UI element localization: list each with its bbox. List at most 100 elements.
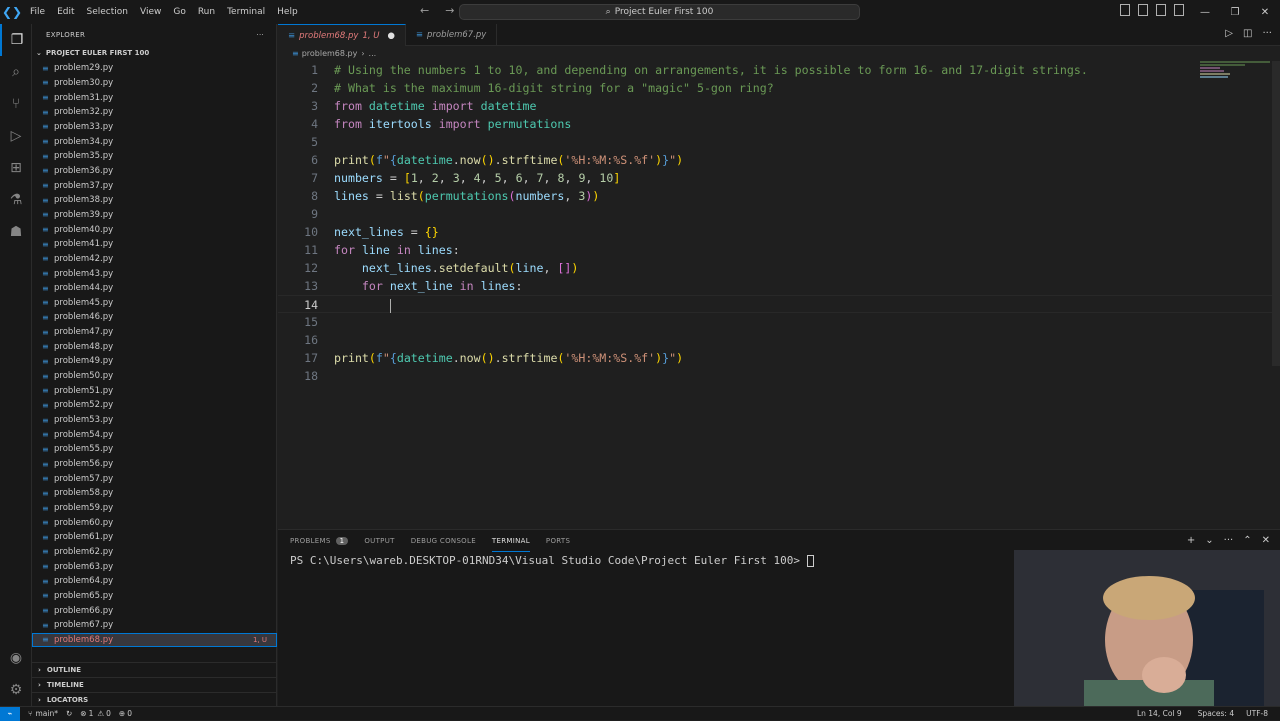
file-tree-item[interactable]: ≡ problem42.py	[32, 252, 277, 267]
file-tree-item[interactable]: ≡ problem45.py	[32, 296, 277, 311]
testing-icon[interactable]: ⚗	[0, 184, 32, 216]
search-icon[interactable]: ⌕	[0, 56, 32, 88]
code-line[interactable]: 2 # What is the maximum 16-digit string f…	[278, 79, 1280, 97]
account-icon[interactable]: ◉	[0, 642, 32, 674]
code-line[interactable]: 11 for line in lines:	[278, 241, 1280, 259]
file-tree-item[interactable]: ≡ problem38.py	[32, 193, 277, 208]
git-branch[interactable]: main*	[36, 709, 59, 718]
file-tree-item[interactable]: ≡ problem43.py	[32, 266, 277, 281]
file-tree-item[interactable]: ≡ problem57.py	[32, 471, 277, 486]
menu-go[interactable]: Go	[167, 0, 191, 24]
menu-terminal[interactable]: Terminal	[221, 0, 271, 24]
file-tree-item[interactable]: ≡ problem32.py	[32, 105, 277, 120]
file-tree-item[interactable]: ≡ problem61.py	[32, 530, 277, 545]
code-line[interactable]: 5	[278, 133, 1280, 151]
outline-section[interactable]: › OUTLINE	[32, 662, 277, 677]
code-line[interactable]: 9	[278, 205, 1280, 223]
file-tree-item[interactable]: ≡ problem51.py	[32, 383, 277, 398]
file-tree-item[interactable]: ≡ problem47.py	[32, 325, 277, 340]
file-tree-item[interactable]: ≡ problem63.py	[32, 559, 277, 574]
file-tree-item[interactable]: ≡ problem55.py	[32, 442, 277, 457]
sync-icon[interactable]: ↻	[66, 709, 72, 718]
file-tree-item[interactable]: ≡ problem64.py	[32, 574, 277, 589]
menu-selection[interactable]: Selection	[81, 0, 134, 24]
minimize-icon[interactable]: —	[1190, 7, 1220, 18]
remote-explorer-icon[interactable]: ☗	[0, 216, 32, 248]
extensions-icon[interactable]: ⊞	[0, 152, 32, 184]
indentation[interactable]: Spaces: 4	[1198, 709, 1234, 718]
file-tree-item[interactable]: ≡ problem62.py	[32, 545, 277, 560]
close-panel-icon[interactable]: ✕	[1262, 535, 1270, 546]
tab-debug-console[interactable]: DEBUG CONSOLE	[411, 530, 476, 552]
new-terminal-icon[interactable]: +	[1187, 535, 1195, 546]
file-tree-item[interactable]: ≡ problem53.py	[32, 413, 277, 428]
chevron-down-icon[interactable]: ⌄	[1205, 535, 1213, 546]
terminal-output[interactable]: PS C:\Users\wareb.DESKTOP-01RND34\Visual…	[290, 554, 814, 567]
timeline-section[interactable]: › TIMELINE	[32, 677, 277, 692]
menu-edit[interactable]: Edit	[51, 0, 80, 24]
file-tree-item[interactable]: ≡ problem44.py	[32, 281, 277, 296]
panel-more-icon[interactable]: ···	[1224, 535, 1234, 546]
tab-problem67[interactable]: ≡ problem67.py	[406, 24, 498, 46]
locators-section[interactable]: › LOCATORS	[32, 692, 277, 707]
menu-run[interactable]: Run	[192, 0, 221, 24]
file-tree-item[interactable]: ≡ problem37.py	[32, 178, 277, 193]
command-center-search[interactable]: ⌕ Project Euler First 100	[459, 4, 860, 20]
split-editor-icon[interactable]: ◫	[1243, 28, 1252, 39]
cursor-position[interactable]: Ln 14, Col 9	[1137, 709, 1182, 718]
file-tree-item[interactable]: ≡ problem50.py	[32, 369, 277, 384]
breadcrumb-file[interactable]: problem68.py	[302, 49, 358, 58]
file-tree-item[interactable]: ≡ problem48.py	[32, 339, 277, 354]
toggle-secondary-sidebar-icon[interactable]	[1156, 4, 1166, 16]
close-icon[interactable]: ✕	[1250, 7, 1280, 18]
code-area[interactable]: 1 # Using the numbers 1 to 10, and depend…	[278, 61, 1280, 385]
file-tree-item[interactable]: ≡ problem52.py	[32, 398, 277, 413]
code-line[interactable]: 16	[278, 331, 1280, 349]
unsaved-dot-icon[interactable]: ●	[387, 31, 394, 41]
run-debug-icon[interactable]: ▷	[0, 120, 32, 152]
file-tree-item[interactable]: ≡ problem66.py	[32, 603, 277, 618]
run-file-icon[interactable]: ▷	[1225, 28, 1233, 39]
code-line[interactable]: 15	[278, 313, 1280, 331]
code-line[interactable]: 1 # Using the numbers 1 to 10, and depend…	[278, 61, 1280, 79]
tab-terminal[interactable]: TERMINAL	[491, 530, 530, 552]
file-tree-item[interactable]: ≡ problem59.py	[32, 501, 277, 516]
breadcrumb-symbol[interactable]: ...	[369, 49, 377, 58]
file-tree-item[interactable]: ≡ problem56.py	[32, 457, 277, 472]
code-line[interactable]: 12 next_lines.setdefault(line, [])	[278, 259, 1280, 277]
code-line[interactable]: 14	[278, 295, 1280, 313]
code-line[interactable]: 10 next_lines = {}	[278, 223, 1280, 241]
file-tree-item[interactable]: ≡ problem29.py	[32, 61, 277, 76]
project-folder-header[interactable]: ⌄ PROJECT EULER FIRST 100	[32, 46, 276, 60]
code-line[interactable]: 17 print(f"{datetime.now().strftime('%H:%…	[278, 349, 1280, 367]
encoding[interactable]: UTF-8	[1246, 709, 1268, 718]
more-actions-icon[interactable]: ···	[256, 31, 264, 39]
warning-count[interactable]: 0	[106, 709, 111, 718]
back-arrow-icon[interactable]: ←	[420, 4, 429, 17]
minimap[interactable]	[1200, 61, 1270, 101]
editor-more-icon[interactable]: ···	[1262, 28, 1272, 39]
customize-layout-icon[interactable]	[1174, 4, 1184, 16]
chevron-up-icon[interactable]: ⌃	[1243, 535, 1251, 546]
menu-file[interactable]: File	[24, 0, 51, 24]
source-control-icon[interactable]: ⑂	[0, 88, 32, 120]
file-tree-item[interactable]: ≡ problem40.py	[32, 222, 277, 237]
file-tree-item[interactable]: ≡ problem68.py 1, U	[32, 632, 277, 648]
file-tree-item[interactable]: ≡ problem36.py	[32, 164, 277, 179]
file-tree-item[interactable]: ≡ problem35.py	[32, 149, 277, 164]
editor-scrollbar[interactable]	[1272, 61, 1280, 366]
file-tree-item[interactable]: ≡ problem54.py	[32, 427, 277, 442]
file-tree-item[interactable]: ≡ problem34.py	[32, 134, 277, 149]
file-tree-item[interactable]: ≡ problem30.py	[32, 76, 277, 91]
file-tree-item[interactable]: ≡ problem67.py	[32, 618, 277, 633]
code-line[interactable]: 7 numbers = [1, 2, 3, 4, 5, 6, 7, 8, 9, 1…	[278, 169, 1280, 187]
code-line[interactable]: 4 from itertools import permutations	[278, 115, 1280, 133]
toggle-panel-icon[interactable]	[1138, 4, 1148, 16]
file-tree-item[interactable]: ≡ problem33.py	[32, 120, 277, 135]
tab-problems[interactable]: PROBLEMS 1	[290, 530, 349, 552]
settings-gear-icon[interactable]: ⚙	[0, 674, 32, 706]
file-tree-item[interactable]: ≡ problem58.py	[32, 486, 277, 501]
file-tree-item[interactable]: ≡ problem65.py	[32, 589, 277, 604]
file-tree-item[interactable]: ≡ problem39.py	[32, 208, 277, 223]
ports-count[interactable]: 0	[127, 709, 132, 718]
